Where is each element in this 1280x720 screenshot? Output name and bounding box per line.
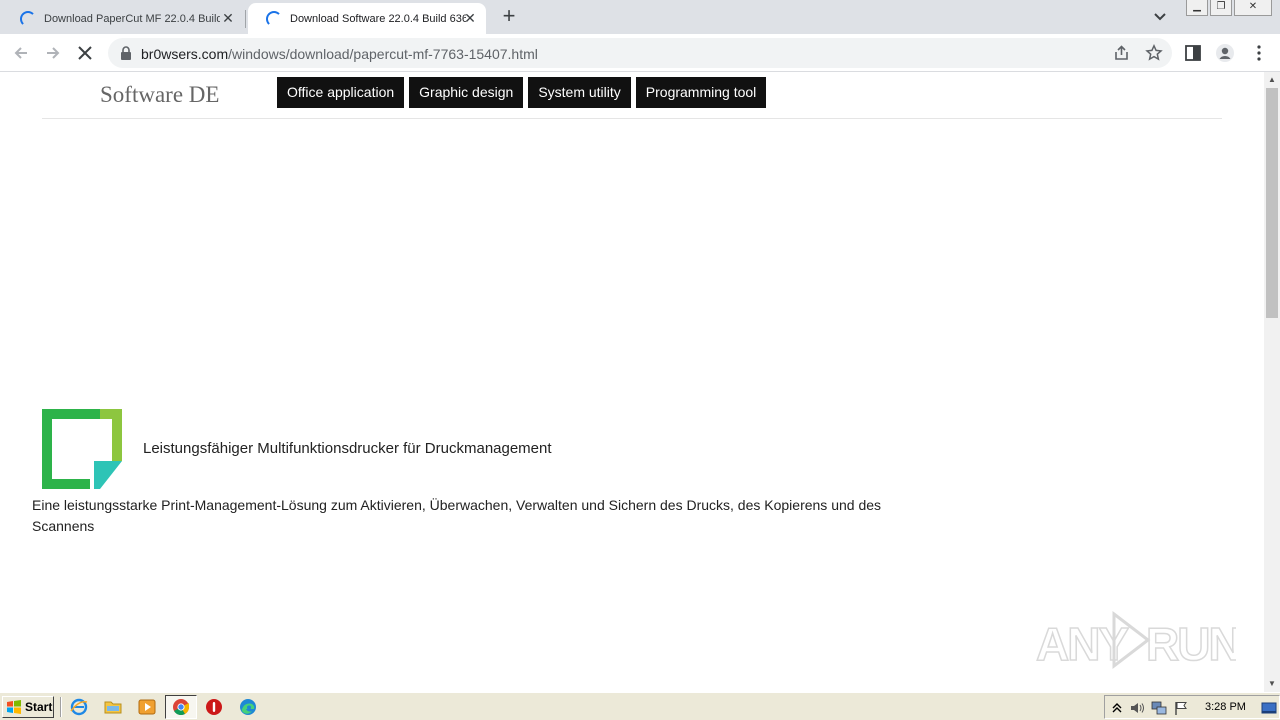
scroll-up-icon[interactable]: ▲: [1264, 72, 1280, 88]
network-icon[interactable]: [1151, 700, 1167, 716]
tab-separator: [245, 10, 246, 28]
edge-icon[interactable]: [239, 698, 257, 716]
tab-close-icon[interactable]: ✕: [220, 10, 236, 26]
system-tray: 3:28 PM: [1104, 695, 1280, 719]
product-description: Eine leistungsstarke Print-Management-Lö…: [32, 497, 882, 534]
forward-button[interactable]: [41, 41, 65, 65]
tab-title: Download PaperCut MF 22.0.4 Build: [44, 12, 220, 25]
tab-search-chevron-icon[interactable]: [1150, 8, 1170, 26]
arrow-right-icon: [47, 47, 60, 59]
start-button[interactable]: Start: [2, 696, 54, 718]
side-panel-icon[interactable]: [1183, 43, 1203, 63]
arrow-left-icon: [14, 47, 27, 59]
scroll-down-icon[interactable]: ▼: [1264, 676, 1280, 692]
anyrun-watermark-logo: ANY RUN: [1036, 610, 1236, 671]
show-hidden-icons-chevron-icon[interactable]: [1109, 700, 1125, 716]
windows-flag-icon: [7, 700, 21, 714]
page-viewport: Software DE Office application Graphic d…: [0, 72, 1264, 692]
nav-system-utility[interactable]: System utility: [528, 77, 631, 108]
header-divider: [42, 118, 1222, 119]
site-logo[interactable]: Software DE: [100, 82, 219, 108]
nav-office-application[interactable]: Office application: [277, 77, 405, 108]
browser-tab-software[interactable]: Download Software 22.0.4 Build 636 ✕: [248, 3, 486, 34]
minimize-button[interactable]: ▁: [1186, 0, 1208, 16]
window-close-button[interactable]: ✕: [1234, 0, 1272, 16]
share-icon[interactable]: [1113, 44, 1131, 62]
chrome-icon[interactable]: [172, 698, 190, 716]
windows-taskbar: Start 3:28 PM: [0, 692, 1280, 720]
product-title: Leistungsfähiger Multifunktionsdrucker f…: [143, 440, 552, 457]
back-button[interactable]: [9, 41, 33, 65]
nav-graphic-design[interactable]: Graphic design: [409, 77, 524, 108]
site-nav: Office application Graphic design System…: [277, 77, 767, 108]
start-label: Start: [25, 700, 53, 714]
nav-programming-tool[interactable]: Programming tool: [635, 77, 767, 108]
profile-avatar-icon[interactable]: [1215, 43, 1235, 63]
loading-spinner-icon: [266, 10, 282, 27]
file-explorer-folder-icon[interactable]: [104, 698, 122, 716]
media-player-icon[interactable]: [138, 698, 156, 716]
tab-title: Download Software 22.0.4 Build 636: [290, 12, 466, 25]
lock-icon[interactable]: [120, 46, 132, 60]
internet-explorer-icon[interactable]: [70, 698, 88, 716]
scrollbar-thumb[interactable]: [1266, 88, 1278, 318]
address-bar[interactable]: br0wsers.com/windows/download/papercut-m…: [108, 38, 1172, 68]
more-menu-icon[interactable]: [1249, 43, 1269, 63]
show-desktop-icon[interactable]: [1261, 700, 1277, 716]
browser-tab-papercut[interactable]: Download PaperCut MF 22.0.4 Build ✕: [2, 3, 244, 34]
window-controls: ▁ ❐ ✕: [1186, 0, 1272, 16]
opera-antivirus-red-icon[interactable]: [205, 698, 223, 716]
page-scrollbar[interactable]: ▲ ▼: [1264, 72, 1280, 692]
bookmark-star-icon[interactable]: [1145, 44, 1163, 62]
svg-text:RUN: RUN: [1146, 618, 1236, 670]
restore-button[interactable]: ❐: [1210, 0, 1232, 16]
action-center-flag-icon[interactable]: [1173, 700, 1189, 716]
url-domain: br0wsers.com: [141, 46, 229, 62]
taskbar-separator: [60, 697, 62, 717]
close-icon: [78, 46, 92, 60]
url-text: br0wsers.com/windows/download/papercut-m…: [141, 46, 538, 62]
tab-close-icon[interactable]: ✕: [462, 10, 478, 26]
taskbar-clock[interactable]: 3:28 PM: [1205, 701, 1246, 713]
browser-tabstrip: Download PaperCut MF 22.0.4 Build ✕ Down…: [0, 0, 1280, 34]
new-tab-button[interactable]: +: [498, 5, 520, 28]
browser-toolbar: br0wsers.com/windows/download/papercut-m…: [0, 34, 1280, 72]
loading-spinner-icon: [20, 10, 36, 27]
url-path: /windows/download/papercut-mf-7763-15407…: [228, 46, 538, 62]
volume-speaker-icon[interactable]: [1129, 700, 1145, 716]
papercut-logo-icon: [42, 409, 122, 489]
stop-loading-button[interactable]: [73, 41, 97, 65]
